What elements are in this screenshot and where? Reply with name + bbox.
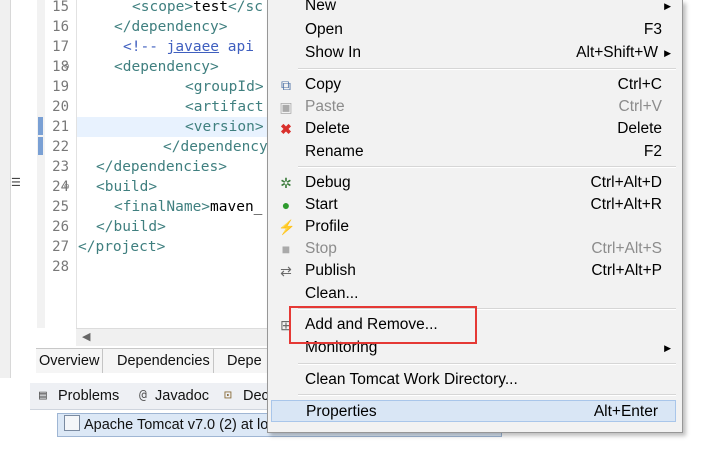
fold-toggle-icon[interactable]: ⊖ — [64, 62, 69, 72]
code-line-26: </build> — [96, 219, 166, 235]
line-number: 27 — [52, 239, 69, 255]
menu-separator — [298, 394, 676, 396]
line-number: 21 — [52, 119, 69, 135]
tab-dependencies[interactable]: Dependencies — [114, 349, 214, 373]
code-line-20: <artifact — [185, 99, 264, 115]
line-number: 25 — [52, 199, 69, 215]
line-number: 20 — [52, 99, 69, 115]
menu-item-clean[interactable]: Clean... — [268, 283, 682, 305]
debug-icon: ✲ — [280, 175, 292, 191]
delete-icon: ✖ — [280, 121, 292, 137]
menu-item-show-in[interactable]: Show In Alt+Shift+W ▶ — [268, 42, 682, 64]
code-line-27: </project> — [78, 239, 166, 255]
scroll-left-arrow-icon[interactable]: ◀ — [82, 330, 90, 343]
fold-toggle-icon[interactable]: ⊖ — [64, 182, 69, 192]
line-number: 22 — [52, 139, 69, 155]
stop-icon: ■ — [281, 241, 291, 257]
menu-item-profile[interactable]: ⚡ Profile — [268, 216, 682, 238]
code-line-23: </dependencies> — [96, 159, 227, 175]
line-number: 28 — [52, 259, 69, 275]
context-menu: New ▶ Open F3 Show In Alt+Shift+W ▶ ⧉ Copy Ctr… — [267, 0, 683, 433]
code-line-18: <dependency> — [114, 59, 219, 75]
line-number: 23 — [52, 159, 69, 175]
xml-source-editor[interactable]: <scope>test</sc </dependency> <!-- javae… — [76, 0, 271, 328]
submenu-arrow-icon: ▶ — [664, 48, 671, 58]
menu-item-start[interactable]: ● Start Ctrl+Alt+R — [268, 194, 682, 216]
highlight-annotation-box — [289, 306, 477, 344]
drag-handle-icon[interactable]: ☰ — [11, 176, 21, 189]
code-line-24: <build> — [96, 179, 158, 195]
submenu-arrow-icon: ▶ — [664, 1, 671, 11]
line-number: 17 — [52, 39, 69, 55]
menu-item-open[interactable]: Open F3 — [268, 19, 682, 41]
menu-item-debug[interactable]: ✲ Debug Ctrl+Alt+D — [268, 172, 682, 194]
problems-icon: ▤ — [39, 388, 47, 403]
menu-separator — [298, 68, 676, 70]
tab-javadoc[interactable]: Javadoc — [155, 383, 209, 409]
line-number: 19 — [52, 79, 69, 95]
code-line-16: </dependency> — [114, 19, 228, 35]
menu-item-paste[interactable]: ▣ Paste Ctrl+V — [268, 96, 682, 118]
code-line-19: <groupId> — [185, 79, 264, 95]
tab-problems[interactable]: Problems — [58, 383, 119, 409]
overview-ruler — [37, 0, 45, 328]
line-number: 16 — [52, 19, 69, 35]
menu-separator — [298, 363, 676, 365]
line-number: 15 — [52, 0, 69, 15]
declaration-icon: ⊡ — [224, 388, 232, 403]
change-marker[interactable] — [38, 117, 43, 135]
menu-item-clean-tomcat-work-directory[interactable]: Clean Tomcat Work Directory... — [268, 369, 682, 391]
menu-item-new[interactable]: New ▶ — [268, 0, 682, 17]
code-line-21: <version> — [185, 119, 264, 135]
menu-item-rename[interactable]: Rename F2 — [268, 141, 682, 163]
javadoc-icon: @ — [139, 388, 147, 403]
menu-item-properties[interactable]: Properties Alt+Enter — [271, 400, 676, 422]
change-marker[interactable] — [38, 137, 43, 155]
menu-item-copy[interactable]: ⧉ Copy Ctrl+C — [268, 74, 682, 96]
publish-icon: ⇄ — [280, 263, 292, 279]
code-line-22: </dependency> — [163, 139, 271, 155]
code-line-17: <!-- javaee api — [123, 39, 254, 55]
tab-declaration[interactable]: Dec — [243, 383, 269, 409]
menu-separator — [298, 166, 676, 168]
menu-item-stop[interactable]: ■ Stop Ctrl+Alt+S — [268, 238, 682, 260]
tab-overview[interactable]: Overview — [36, 349, 104, 373]
editor-horizontal-scrollbar[interactable]: ◀ — [76, 328, 270, 346]
copy-icon: ⧉ — [281, 77, 291, 93]
menu-item-delete[interactable]: ✖ Delete Delete — [268, 118, 682, 140]
code-line-25: <finalName>maven_ — [114, 199, 263, 215]
profile-icon: ⚡ — [278, 219, 296, 235]
menu-item-publish[interactable]: ⇄ Publish Ctrl+Alt+P — [268, 260, 682, 282]
tab-dependency-hierarchy[interactable]: Depe — [224, 349, 265, 373]
server-icon — [64, 415, 80, 431]
code-line-15: <scope>test</sc — [132, 0, 263, 15]
line-number: 26 — [52, 219, 69, 235]
pom-editor-tabs: Overview Dependencies Depe — [36, 348, 296, 373]
start-icon: ● — [281, 197, 291, 213]
paste-icon: ▣ — [279, 99, 293, 115]
submenu-arrow-icon: ▶ — [664, 343, 671, 353]
